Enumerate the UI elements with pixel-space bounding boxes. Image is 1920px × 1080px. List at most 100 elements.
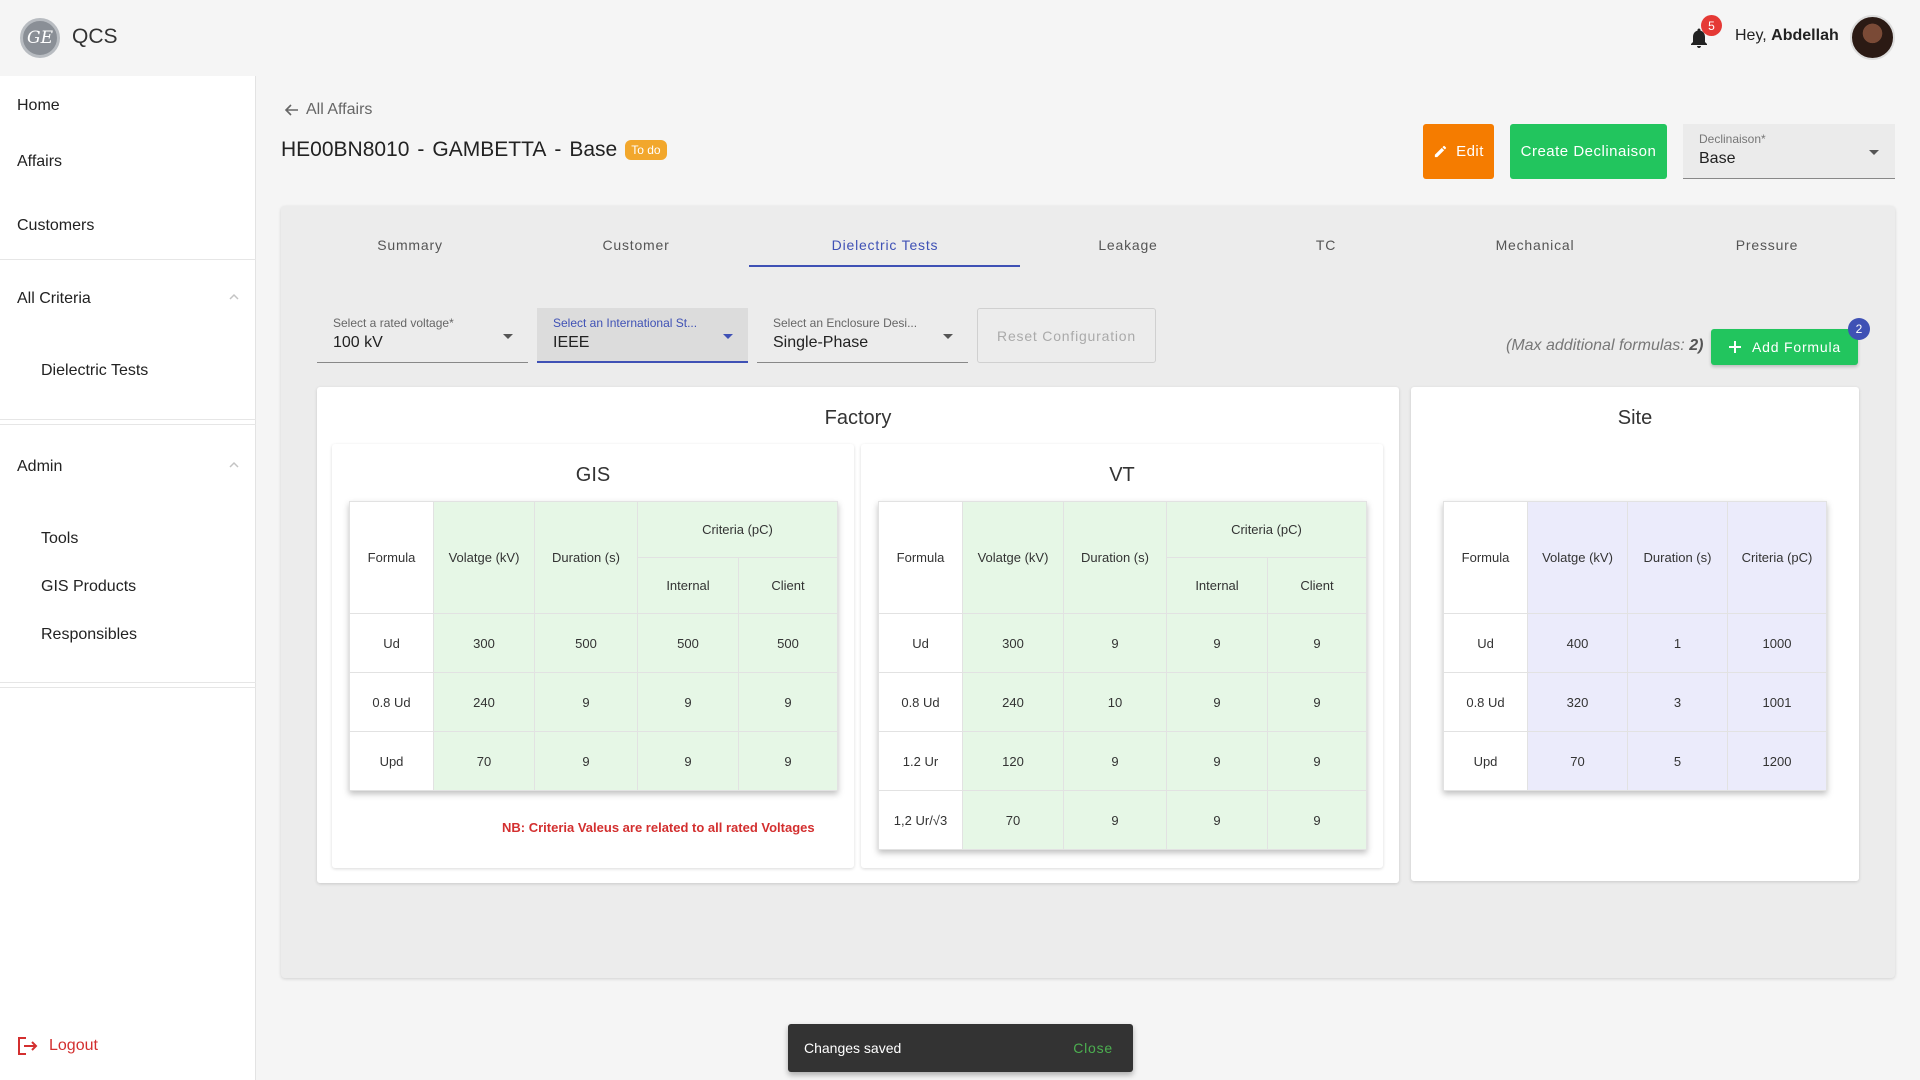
client-cell[interactable]: 9 xyxy=(1267,790,1367,850)
duration-cell[interactable]: 9 xyxy=(534,672,638,732)
table-row: 1,2 Ur/√3 70 9 9 9 xyxy=(878,790,1367,850)
sidebar-item-customers[interactable]: Customers xyxy=(17,217,94,235)
duration-cell[interactable]: 500 xyxy=(534,613,638,673)
header-formula: Formula xyxy=(349,501,434,614)
header-voltage: Volatge (kV) xyxy=(962,501,1064,614)
status-badge: To do xyxy=(625,140,667,160)
avatar[interactable] xyxy=(1850,15,1895,60)
snackbar-close-button[interactable]: Close xyxy=(1073,1040,1113,1056)
rated-voltage-select[interactable]: Select a rated voltage* 100 kV xyxy=(317,308,528,363)
duration-cell[interactable]: 1 xyxy=(1627,613,1728,673)
header-client: Client xyxy=(1267,557,1367,614)
internal-cell[interactable]: 9 xyxy=(637,731,739,791)
voltage-cell[interactable]: 300 xyxy=(433,613,535,673)
duration-cell[interactable]: 3 xyxy=(1627,672,1728,732)
declinaison-select[interactable]: Declinaison* Base xyxy=(1683,124,1895,179)
client-cell[interactable]: 9 xyxy=(738,731,838,791)
sidebar-item-all-criteria[interactable]: All Criteria xyxy=(17,290,91,308)
declinaison-value: Base xyxy=(1699,150,1736,167)
client-cell[interactable]: 9 xyxy=(1267,672,1367,732)
formula-cell: 0.8 Ud xyxy=(1443,672,1528,732)
chevron-up-icon[interactable] xyxy=(228,459,240,471)
duration-cell[interactable]: 10 xyxy=(1063,672,1167,732)
formula-cell: 1.2 Ur xyxy=(878,731,963,791)
criteria-cell[interactable]: 1001 xyxy=(1727,672,1827,732)
app-title: QCS xyxy=(72,25,118,48)
internal-cell[interactable]: 9 xyxy=(1166,672,1268,732)
tab-pressure[interactable]: Pressure xyxy=(1728,237,1806,253)
sidebar-item-dielectric-tests[interactable]: Dielectric Tests xyxy=(41,362,148,380)
tab-summary[interactable]: Summary xyxy=(375,237,445,253)
duration-cell[interactable]: 5 xyxy=(1627,731,1728,791)
voltage-cell[interactable]: 70 xyxy=(433,731,535,791)
top-bar: GE QCS 5 Hey, Abdellah xyxy=(0,0,1920,76)
sidebar-item-admin[interactable]: Admin xyxy=(17,458,62,476)
voltage-cell[interactable]: 320 xyxy=(1527,672,1628,732)
site-title: Site xyxy=(1617,407,1653,429)
rated-voltage-value: 100 kV xyxy=(333,334,383,351)
vt-title: VT xyxy=(1109,464,1135,486)
tab-mechanical[interactable]: Mechanical xyxy=(1490,237,1580,253)
criteria-cell[interactable]: 1000 xyxy=(1727,613,1827,673)
user-name: Abdellah xyxy=(1771,27,1839,44)
criteria-cell[interactable]: 1200 xyxy=(1727,731,1827,791)
duration-cell[interactable]: 9 xyxy=(1063,790,1167,850)
tab-tc[interactable]: TC xyxy=(1306,237,1346,253)
voltage-cell[interactable]: 120 xyxy=(962,731,1064,791)
sidebar-item-responsibles[interactable]: Responsibles xyxy=(41,626,137,644)
reset-configuration-button[interactable]: Reset Configuration xyxy=(977,308,1156,363)
international-standard-select[interactable]: Select an International St... IEEE xyxy=(537,308,748,363)
internal-cell[interactable]: 9 xyxy=(637,672,739,732)
formula-cell: 0.8 Ud xyxy=(349,672,434,732)
tab-dielectric-tests[interactable]: Dielectric Tests xyxy=(808,237,962,253)
client-cell[interactable]: 9 xyxy=(1267,731,1367,791)
international-standard-value: IEEE xyxy=(553,334,590,351)
sidebar-item-gis-products[interactable]: GIS Products xyxy=(41,578,136,596)
notification-badge: 5 xyxy=(1701,15,1722,36)
tab-leakage[interactable]: Leakage xyxy=(1090,237,1166,253)
client-cell[interactable]: 500 xyxy=(738,613,838,673)
title-separator: - xyxy=(417,138,425,161)
chevron-up-icon[interactable] xyxy=(228,291,240,303)
logout-button[interactable]: Logout xyxy=(17,1036,98,1056)
table-row: Ud 400 1 1000 xyxy=(1443,613,1827,673)
active-tab-indicator xyxy=(749,265,1020,267)
title-separator: - xyxy=(554,138,562,161)
caret-down-icon xyxy=(943,334,953,339)
table-row: Ud 300 9 9 9 xyxy=(878,613,1367,673)
header-criteria: Criteria (pC) xyxy=(1166,501,1367,558)
internal-cell[interactable]: 9 xyxy=(1166,613,1268,673)
duration-cell[interactable]: 9 xyxy=(1063,613,1167,673)
sidebar-item-tools[interactable]: Tools xyxy=(41,530,78,548)
factory-title: Factory xyxy=(824,407,892,429)
sidebar-item-affairs[interactable]: Affairs xyxy=(17,153,62,171)
client-cell[interactable]: 9 xyxy=(738,672,838,732)
duration-cell[interactable]: 9 xyxy=(534,731,638,791)
voltage-cell[interactable]: 300 xyxy=(962,613,1064,673)
voltage-cell[interactable]: 70 xyxy=(1527,731,1628,791)
sidebar-divider xyxy=(0,424,256,425)
edit-button[interactable]: Edit xyxy=(1423,124,1494,179)
client-cell[interactable]: 9 xyxy=(1267,613,1367,673)
back-link[interactable]: All Affairs xyxy=(284,101,372,119)
sidebar-item-home[interactable]: Home xyxy=(17,97,60,115)
voltage-cell[interactable]: 70 xyxy=(962,790,1064,850)
internal-cell[interactable]: 9 xyxy=(1166,790,1268,850)
plus-icon xyxy=(1729,341,1742,353)
voltage-cell[interactable]: 240 xyxy=(962,672,1064,732)
affair-name: GAMBETTA xyxy=(432,138,547,161)
add-formula-label: Add Formula xyxy=(1752,339,1841,355)
internal-cell[interactable]: 9 xyxy=(1166,731,1268,791)
voltage-cell[interactable]: 240 xyxy=(433,672,535,732)
gis-criteria-table: Formula Volatge (kV) Duration (s) Criter… xyxy=(349,501,838,791)
header-duration: Duration (s) xyxy=(534,501,638,614)
snackbar: Changes saved Close xyxy=(788,1024,1133,1072)
duration-cell[interactable]: 9 xyxy=(1063,731,1167,791)
voltage-cell[interactable]: 400 xyxy=(1527,613,1628,673)
enclosure-design-select[interactable]: Select an Enclosure Desi... Single-Phase xyxy=(757,308,968,363)
add-formula-button[interactable]: Add Formula xyxy=(1711,329,1858,365)
create-declinaison-button[interactable]: Create Declinaison xyxy=(1510,124,1667,179)
internal-cell[interactable]: 500 xyxy=(637,613,739,673)
tab-customer[interactable]: Customer xyxy=(590,237,682,253)
criteria-note: NB: Criteria Valeus are related to all r… xyxy=(502,820,815,835)
